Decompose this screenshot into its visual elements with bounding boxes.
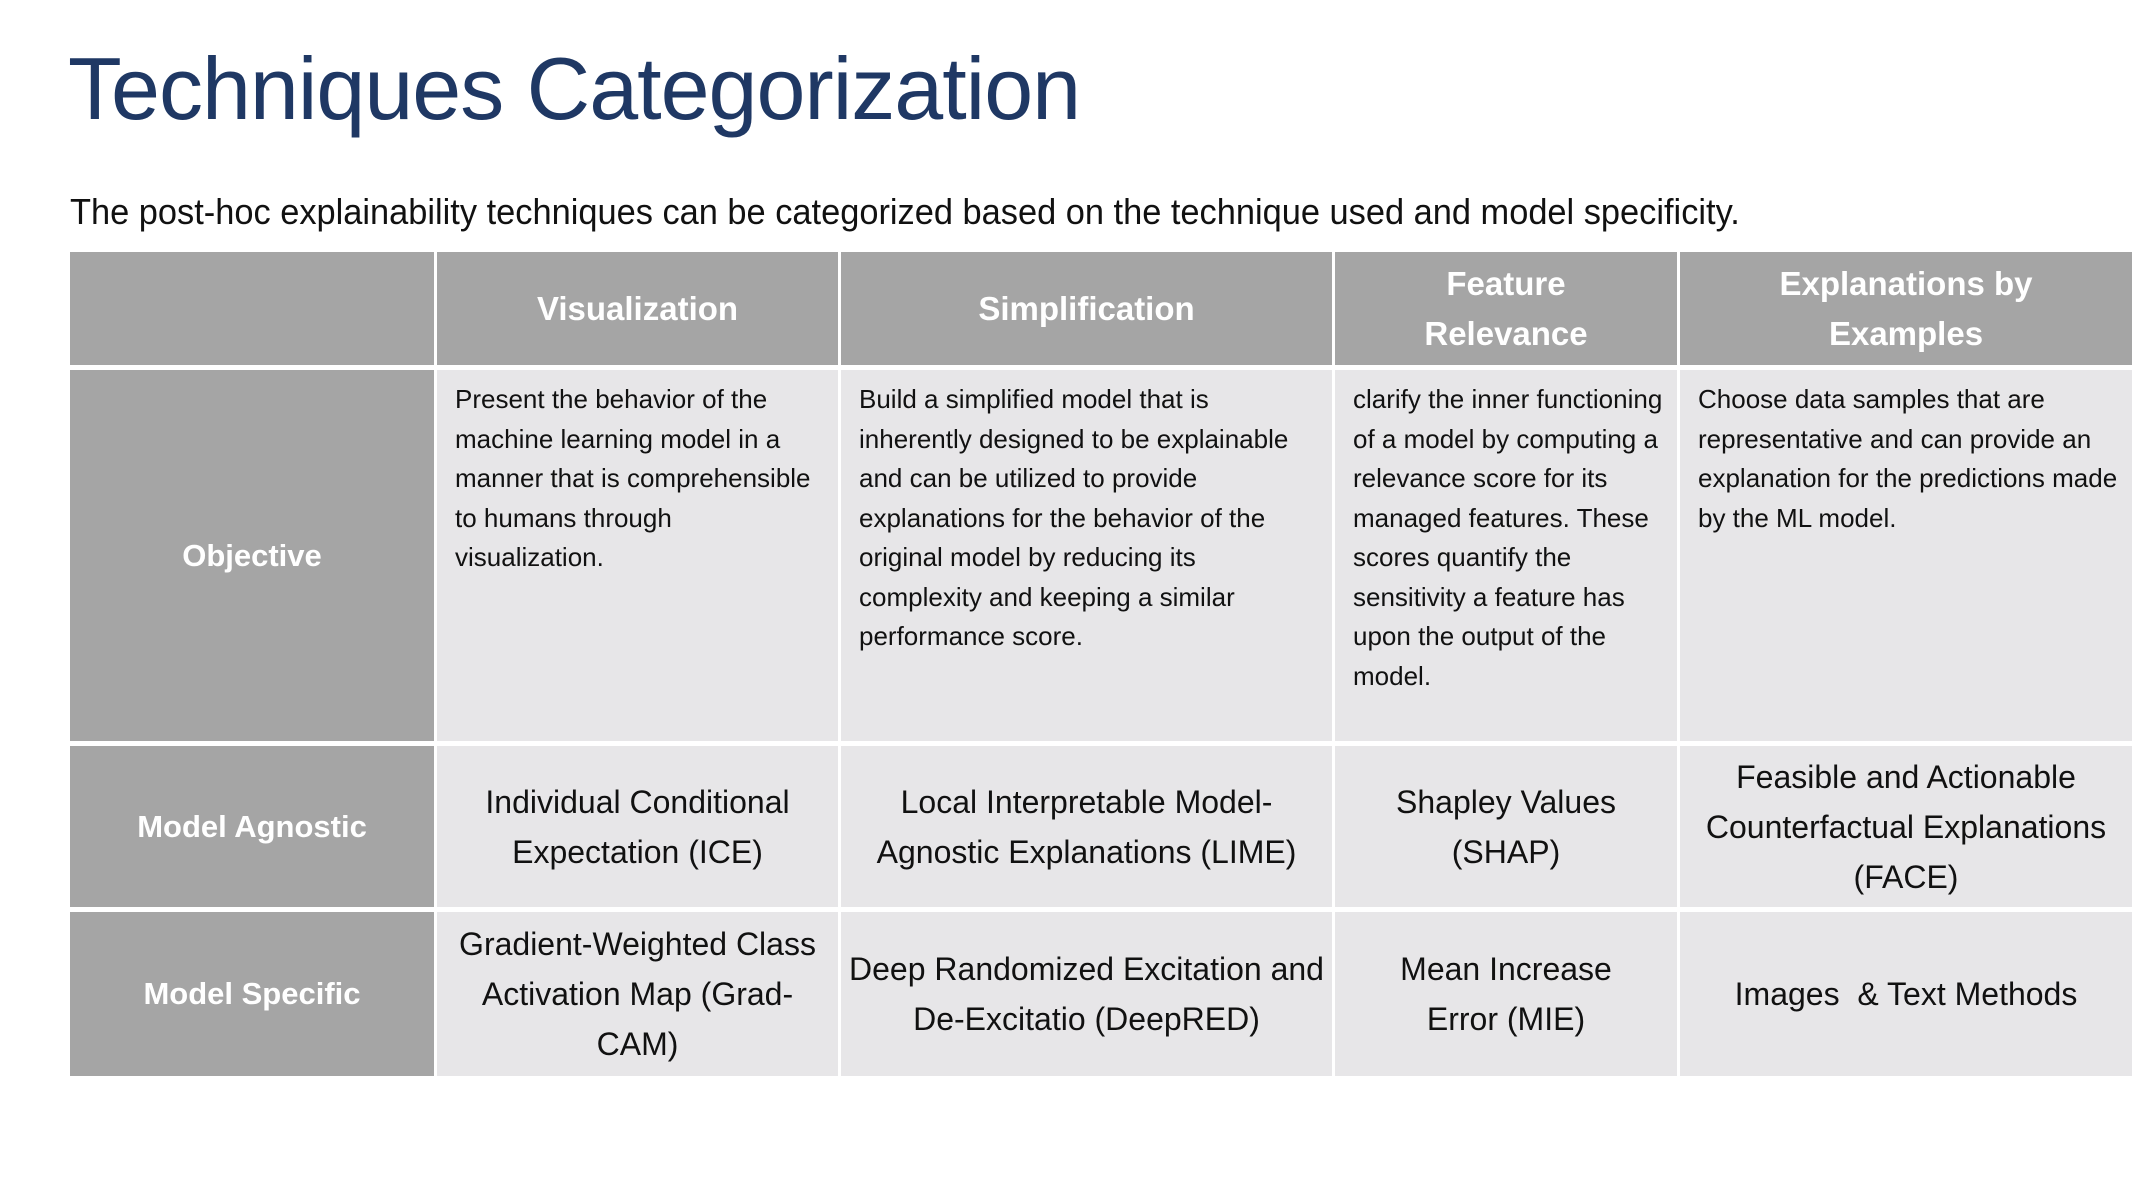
objective-visualization-cell: Present the behavior of the machine lear… — [437, 370, 841, 746]
slide-subtitle: The post-hoc explainability techniques c… — [70, 191, 1740, 232]
column-header-feature-relevance: Feature Relevance — [1335, 252, 1680, 370]
column-header-label: Feature Relevance — [1424, 264, 1588, 352]
objective-feature-relevance-cell: clarify the inner functioning of a model… — [1335, 370, 1680, 746]
table-corner-cell — [70, 252, 437, 370]
column-header-simplification: Simplification — [841, 252, 1335, 370]
agnostic-visualization-cell: Individual Conditional Expectation (ICE) — [437, 746, 841, 912]
objective-simplification-cell: Build a simplified model that is inheren… — [841, 370, 1335, 746]
column-header-visualization: Visualization — [437, 252, 841, 370]
row-label-model-agnostic: Model Agnostic — [70, 746, 437, 912]
table-row-model-agnostic: Model Agnostic Individual Conditional Ex… — [70, 746, 2132, 912]
agnostic-simplification-cell: Local Interpretable Model-Agnostic Expla… — [841, 746, 1335, 912]
table-row-model-specific: Model Specific Gradient-Weighted Class A… — [70, 912, 2132, 1076]
specific-feature-relevance-cell: Mean Increase Error (MIE) — [1335, 912, 1680, 1076]
column-header-label: Simplification — [978, 289, 1195, 327]
agnostic-feature-relevance-cell: Shapley Values (SHAP) — [1335, 746, 1680, 912]
specific-examples-cell: Images & Text Methods — [1680, 912, 2132, 1076]
slide-title: Techniques Categorization — [68, 39, 1081, 138]
specific-visualization-cell: Gradient-Weighted Class Activation Map (… — [437, 912, 841, 1076]
row-label-model-specific: Model Specific — [70, 912, 437, 1076]
column-header-label: Visualization — [536, 289, 739, 327]
column-header-label: Explanations by Examples — [1779, 264, 2033, 352]
table-row-objective: Objective Present the behavior of the ma… — [70, 370, 2132, 746]
objective-examples-cell: Choose data samples that are representat… — [1680, 370, 2132, 746]
column-header-explanations-by-examples: Explanations by Examples — [1680, 252, 2132, 370]
agnostic-examples-cell: Feasible and Actionable Counterfactual E… — [1680, 746, 2132, 912]
table-header-row: Visualization Simplification Feature Rel… — [70, 252, 2132, 370]
row-label-objective: Objective — [70, 370, 437, 746]
specific-simplification-cell: Deep Randomized Excitation and De-Excita… — [841, 912, 1335, 1076]
techniques-table: Visualization Simplification Feature Rel… — [70, 252, 2132, 1076]
